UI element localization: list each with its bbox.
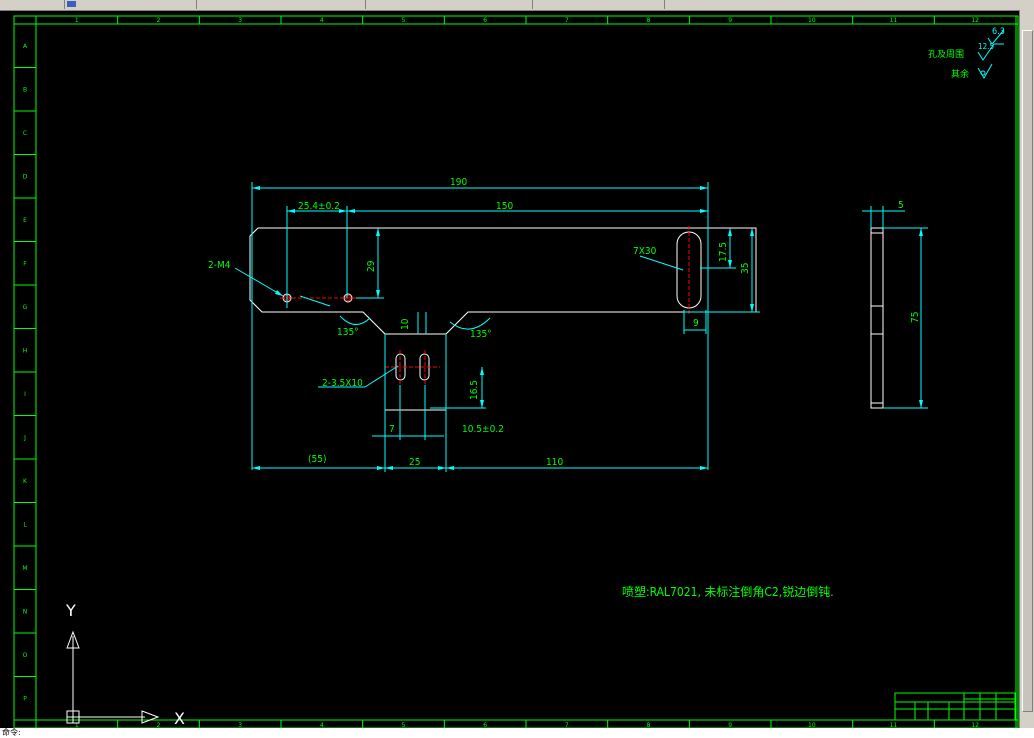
frame-column-number: 3 [238, 17, 242, 24]
frame-row-letter: L [23, 521, 27, 528]
frame-row-letter: P [23, 695, 27, 702]
frame-row-letter: B [23, 86, 27, 93]
frame-row-letter: C [23, 130, 27, 137]
dim-slot-offset: 9 [693, 318, 699, 329]
toolbar-tab-2[interactable] [196, 0, 374, 9]
dim-slot-size: 7X30 [633, 246, 657, 257]
ucs-y-label: Y [65, 601, 76, 620]
frame-column-number: 11 [890, 17, 898, 24]
frame-row-letter: O [23, 652, 28, 659]
toolbar-tab-5[interactable] [664, 0, 799, 9]
ucs-icon [66, 630, 160, 724]
dim-hole-to-slot: 150 [496, 201, 513, 212]
roughness-label-holes: 孔及周围 [928, 49, 964, 60]
toolbar-tab-3[interactable] [365, 0, 543, 9]
vertical-scrollbar[interactable] [1019, 10, 1034, 728]
dim-chamfer-right: 135° [470, 329, 492, 340]
dim-tab-width: 25 [409, 457, 420, 468]
frame-column-number: 2 [157, 17, 161, 24]
frame-column-number: 1 [75, 17, 79, 24]
technical-note: 喷塑:RAL7021, 未标注倒角C2,锐边倒钝. [622, 584, 834, 599]
dim-overall-length: 190 [450, 177, 467, 188]
roughness-symbols: 孔及周围 12.5 6.3 其余 [928, 27, 1005, 80]
frame-row-letter: I [24, 391, 26, 398]
frame-row-letter: E [23, 217, 27, 224]
dim-slot-spacing: 10.5±0.2 [462, 424, 504, 435]
dim-small-slots: 2-3.5X10 [322, 378, 363, 389]
toolbar-tab-1[interactable] [64, 0, 204, 9]
dim-thread: 2-M4 [208, 260, 231, 271]
frame-row-letter: D [23, 173, 28, 180]
frame-zone-labels: 112233445566778899101011111212ABCDEFGHIJ… [22, 17, 979, 728]
frame-row-letter: J [23, 434, 26, 441]
frame-column-number: 10 [808, 17, 816, 24]
title-block [894, 692, 1016, 721]
toolbar-tab-4[interactable] [532, 0, 675, 9]
frame-zone-ticks [14, 16, 1017, 728]
frame-row-letter: G [23, 304, 28, 311]
drawing-canvas[interactable]: 112233445566778899101011111212ABCDEFGHIJ… [0, 10, 1020, 728]
roughness-label-rest: 其余 [951, 68, 969, 80]
dim-chamfer-left: 135° [337, 327, 359, 338]
frame-column-number: 7 [565, 17, 569, 24]
command-line[interactable]: 命令: [0, 728, 1034, 738]
frame-row-letter: H [23, 347, 28, 354]
roughness-check-icon [977, 63, 993, 79]
frame-row-letter: K [23, 478, 28, 485]
dim-right-len: 110 [546, 457, 563, 468]
dim-first-hole: 25.4±0.2 [298, 201, 340, 212]
frame-row-letter: N [23, 608, 28, 615]
centerlines [280, 226, 690, 385]
frame-column-number: 6 [483, 17, 487, 24]
document-icon [67, 1, 76, 7]
dim-left-ref: (55) [308, 454, 326, 465]
dim-plate-height: 35 [740, 263, 751, 274]
part-side-view [870, 227, 884, 409]
dim-side-height: 75 [910, 312, 921, 323]
drawing-frame [13, 15, 1019, 728]
frame-row-letter: M [22, 565, 27, 572]
frame-column-number: 5 [402, 17, 406, 24]
ucs-x-label: X [174, 709, 185, 728]
frame-row-letter: F [23, 260, 27, 267]
frame-column-number: 4 [320, 17, 324, 24]
frame-column-number: 9 [728, 17, 732, 24]
scrollbar-thumb[interactable] [1022, 30, 1033, 712]
dim-thickness: 5 [898, 200, 904, 211]
frame-column-number: 8 [647, 17, 651, 24]
dim-slot-gap: 7 [389, 424, 395, 435]
dim-slot-pos: 17.5 [718, 242, 729, 262]
roughness-circle-icon [980, 70, 986, 76]
dim-slot-depth: 16.5 [469, 380, 480, 400]
dim-hole-height: 29 [366, 260, 377, 272]
dim-tab-height: 10 [400, 318, 411, 330]
dimension-texts: 190 150 25.4±0.2 29 2-M4 7X30 17.5 35 9 … [208, 177, 921, 468]
frame-column-number: 12 [971, 17, 979, 24]
frame-row-letter: A [23, 43, 28, 50]
